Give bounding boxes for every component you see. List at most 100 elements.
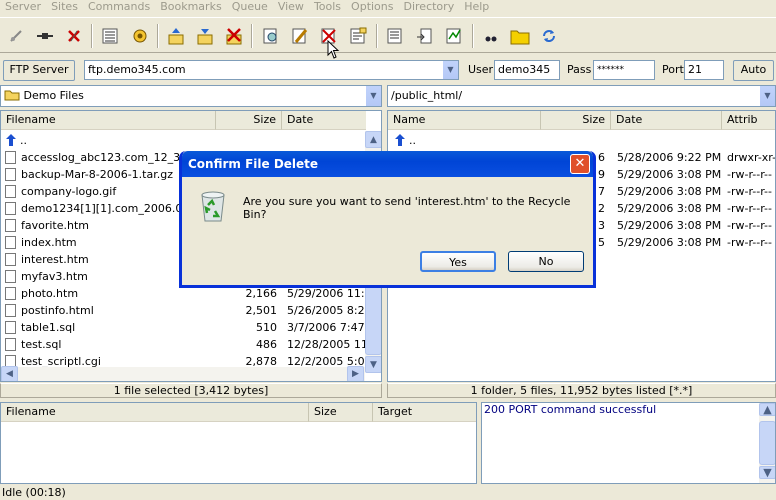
- port-input[interactable]: 21: [684, 60, 724, 80]
- file-name: accesslog_abc123.com_12_3_2: [21, 151, 193, 164]
- menu-item-view[interactable]: View: [273, 0, 309, 15]
- scroll-thumb[interactable]: [759, 421, 775, 465]
- menu-item-options[interactable]: Options: [346, 0, 398, 15]
- queue-col-size[interactable]: Size: [309, 403, 373, 422]
- list-icon[interactable]: [99, 25, 121, 47]
- scroll-down-arrow-icon[interactable]: ▼: [365, 356, 381, 373]
- menu-item-sites[interactable]: Sites: [46, 0, 83, 15]
- disconnect-icon[interactable]: [5, 25, 27, 47]
- ftp-server-button[interactable]: FTP Server: [3, 60, 75, 81]
- local-file-row[interactable]: postinfo.html 2,501 5/26/2005 8:29: [1, 302, 365, 319]
- local-col-size[interactable]: Size: [216, 111, 282, 130]
- local-col-filename[interactable]: Filename: [1, 111, 216, 130]
- edit-icon[interactable]: [289, 25, 311, 47]
- file-icon: [5, 236, 16, 249]
- remote-col-name[interactable]: Name: [388, 111, 541, 130]
- rename-icon[interactable]: [413, 25, 435, 47]
- view-icon[interactable]: [384, 25, 406, 47]
- file-name: company-logo.gif: [21, 185, 117, 198]
- file-name: myfav3.htm: [21, 270, 88, 283]
- scroll-up-arrow-icon[interactable]: ▲: [365, 131, 381, 148]
- scroll-right-arrow-icon[interactable]: ▶: [347, 366, 364, 381]
- menu-item-commands[interactable]: Commands: [83, 0, 155, 15]
- file-name: photo.htm: [21, 287, 79, 300]
- log-line: 200 PORT command successful: [484, 403, 657, 416]
- recycle-bin-icon: [198, 189, 228, 226]
- scroll-down-arrow-icon[interactable]: ▼: [759, 466, 775, 479]
- app-status-bar: Idle (00:18): [0, 485, 776, 500]
- local-up-folder[interactable]: ..: [4, 132, 27, 149]
- file-name: table1.sql: [21, 321, 76, 334]
- refresh-icon[interactable]: [129, 25, 151, 47]
- chevron-down-icon[interactable]: ▼: [365, 86, 381, 106]
- menu-item-directory[interactable]: Directory: [399, 0, 460, 15]
- download-icon[interactable]: [194, 25, 216, 47]
- file-date: 3/7/2006 7:47 A: [287, 321, 365, 334]
- file-size: 2,501: [245, 304, 278, 317]
- file-size: 510: [256, 321, 277, 334]
- file-icon: [5, 270, 16, 283]
- yes-button[interactable]: Yes: [420, 251, 496, 272]
- remote-col-attrib[interactable]: Attrib: [722, 111, 775, 130]
- remote-path-dropdown[interactable]: /public_html/ ▼: [387, 85, 776, 107]
- file-name: test.sql: [21, 338, 62, 351]
- file-name: interest.htm: [21, 253, 89, 266]
- pass-label: Pass: [567, 63, 592, 76]
- port-label: Port: [662, 63, 684, 76]
- menu-bar: Server Sites Commands Bookmarks Queue View Too…: [0, 0, 776, 15]
- connect-icon[interactable]: [34, 25, 56, 47]
- status-text: Idle (00:18): [2, 486, 66, 499]
- abort-icon[interactable]: [63, 25, 85, 47]
- remote-path-value: /public_html/: [391, 89, 463, 102]
- file-icon: [5, 168, 16, 181]
- remote-col-date[interactable]: Date: [611, 111, 722, 130]
- scroll-left-arrow-icon[interactable]: ◀: [1, 366, 18, 381]
- file-name: index.htm: [21, 236, 77, 249]
- local-file-row[interactable]: test.sql 486 12/28/2005 11:: [1, 336, 365, 353]
- scroll-up-arrow-icon[interactable]: ▲: [759, 403, 775, 416]
- folder-icon[interactable]: [509, 25, 531, 47]
- server-address-input[interactable]: ftp.demo345.com ▼: [84, 60, 459, 80]
- local-file-row[interactable]: table1.sql 510 3/7/2006 7:47 A: [1, 319, 365, 336]
- file-attrib: drwxr-xr-x: [727, 151, 776, 164]
- log-pane[interactable]: 200 PORT command successfulLIST150 Conne…: [481, 402, 776, 484]
- file-date: 5/29/2006 3:08 PM: [617, 219, 722, 232]
- local-path-dropdown[interactable]: Demo Files ▼: [0, 85, 382, 107]
- chevron-down-icon[interactable]: ▼: [759, 86, 775, 106]
- menu-item-queue[interactable]: Queue: [227, 0, 273, 15]
- local-col-date[interactable]: Date: [282, 111, 366, 130]
- chmod-icon[interactable]: [443, 25, 465, 47]
- file-date: 5/29/2006 3:08 PM: [617, 236, 722, 249]
- find-icon[interactable]: [260, 25, 282, 47]
- no-button[interactable]: No: [508, 251, 584, 272]
- menu-item-tools[interactable]: Tools: [309, 0, 346, 15]
- local-status: 1 file selected [3,412 bytes]: [0, 383, 382, 398]
- properties-icon[interactable]: [347, 25, 369, 47]
- remote-col-size[interactable]: Size: [541, 111, 611, 130]
- local-horizontal-scrollbar[interactable]: ◀ ▶: [1, 366, 365, 381]
- sync-icon[interactable]: [538, 25, 560, 47]
- close-icon[interactable]: ✕: [570, 154, 590, 174]
- server-address-value: ftp.demo345.com: [88, 63, 186, 76]
- password-input[interactable]: ******: [593, 60, 655, 80]
- queue-col-filename[interactable]: Filename: [1, 403, 309, 422]
- menu-item-bookmarks[interactable]: Bookmarks: [155, 0, 226, 15]
- file-date: 12/28/2005 11:: [287, 338, 365, 351]
- queue-col-target[interactable]: Target: [373, 403, 476, 422]
- dialog-message: Are you sure you want to send 'interest.…: [243, 195, 571, 221]
- menu-item-help[interactable]: Help: [459, 0, 494, 15]
- remote-up-folder[interactable]: ..: [393, 132, 416, 149]
- delete-remote-icon[interactable]: [223, 25, 245, 47]
- log-vertical-scrollbar[interactable]: ▲ ▼: [759, 403, 775, 483]
- quote-icon[interactable]: [480, 25, 502, 47]
- menu-item-server[interactable]: Server: [0, 0, 46, 15]
- upload-icon[interactable]: [165, 25, 187, 47]
- transfer-queue[interactable]: Filename Size Target: [0, 402, 477, 484]
- file-date: 5/29/2006 3:08 PM: [617, 185, 722, 198]
- user-input[interactable]: demo345: [494, 60, 560, 80]
- file-date: 5/28/2006 9:22 PM: [617, 151, 722, 164]
- auto-button[interactable]: Auto: [733, 60, 774, 81]
- chevron-down-icon[interactable]: ▼: [442, 61, 458, 79]
- file-date: 5/29/2006 3:08 PM: [617, 168, 722, 181]
- file-icon: [5, 253, 16, 266]
